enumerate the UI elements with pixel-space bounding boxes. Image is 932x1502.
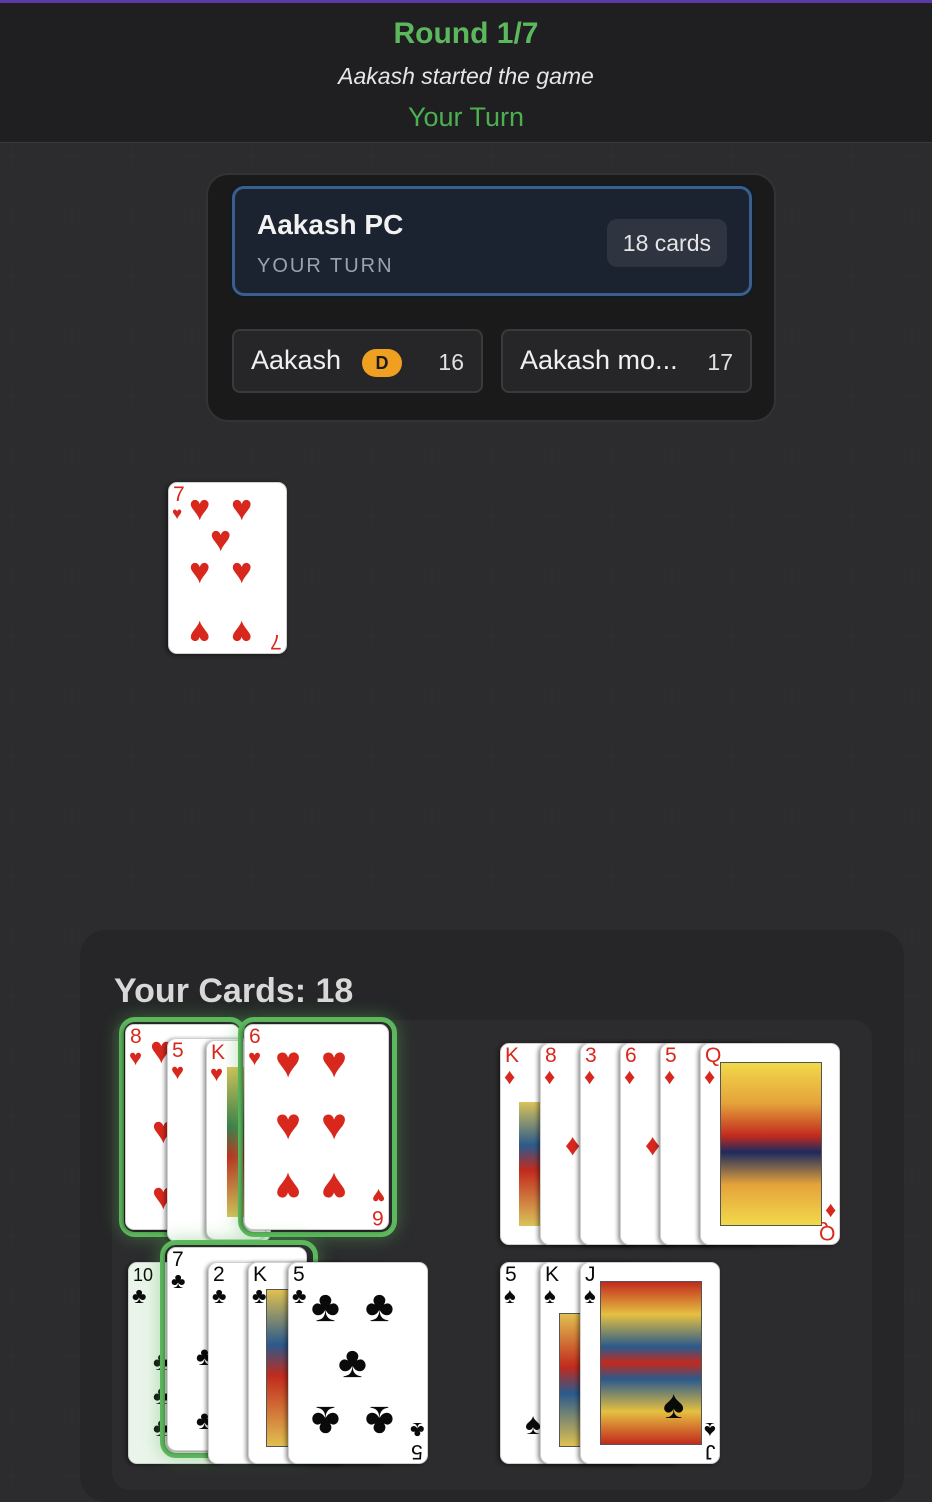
spade-suit-icon: ♠ <box>504 1283 516 1308</box>
heart-icon: ♥ <box>189 550 211 591</box>
card-rank-bottom: 6 <box>372 1206 384 1229</box>
card-count-badge: 18 cards <box>606 219 727 267</box>
active-player-status: YOUR TURN <box>257 255 394 277</box>
opponent-aakash[interactable]: Aakash D 16 <box>232 329 483 393</box>
club-icon: ♣ <box>365 1397 394 1446</box>
queen-face-art <box>720 1062 822 1226</box>
game-started-message: Aakash started the game <box>338 63 594 89</box>
diamond-suit-icon: ♦ <box>584 1064 596 1089</box>
club-suit-icon: ♣ <box>252 1283 267 1308</box>
card-rank-bottom: 7 <box>270 630 282 653</box>
heart-icon: ♥ <box>321 1100 348 1149</box>
card-rank-bottom: Q <box>818 1221 835 1244</box>
active-player-name: Aakash PC <box>257 209 404 240</box>
club-suit-icon: ♣ <box>171 1268 186 1293</box>
card-j-spades[interactable]: J ♠ ♠ J ♠ <box>580 1262 720 1464</box>
club-suit-icon: ♣ <box>132 1283 147 1308</box>
dealer-badge: D <box>362 349 402 377</box>
opponent-card-count: 16 <box>438 349 464 375</box>
turn-indicator: Your Turn <box>407 102 525 132</box>
heart-suit-icon: ♥ <box>172 504 183 523</box>
club-icon: ♣ <box>365 1282 394 1331</box>
club-suit-icon: ♣ <box>409 1418 424 1443</box>
spade-icon: ♠ <box>663 1383 685 1427</box>
diamond-suit-icon: ♦ <box>664 1064 676 1089</box>
spade-suit-icon: ♠ <box>704 1418 716 1443</box>
heart-icon: ♥ <box>321 1163 348 1212</box>
diamond-suit-icon: ♦ <box>824 1199 836 1224</box>
opponent-aakash-mo[interactable]: Aakash mo... 17 <box>501 329 752 393</box>
club-icon: ♣ <box>311 1397 340 1446</box>
card-6-hearts[interactable]: 6 ♥ ♥ ♥ ♥ ♥ ♥ ♥ 6 ♥ <box>244 1024 389 1230</box>
heart-icon: ♥ <box>231 550 253 591</box>
heart-suit-icon: ♥ <box>129 1045 143 1070</box>
heart-suit-icon: ♥ <box>171 1059 185 1084</box>
club-suit-icon: ♣ <box>292 1283 307 1308</box>
diamond-suit-icon: ♦ <box>624 1064 636 1089</box>
diamond-suit-icon: ♦ <box>544 1064 556 1089</box>
card-5-clubs[interactable]: 5 ♣ ♣ ♣ ♣ ♣ ♣ 5 ♣ <box>288 1262 428 1464</box>
active-player-card: Aakash PC YOUR TURN 18 cards <box>232 186 752 296</box>
heart-icon: ♥ <box>210 518 232 559</box>
heart-icon: ♥ <box>189 613 211 654</box>
heart-icon: ♥ <box>275 1038 302 1087</box>
card-rank-bottom: J <box>704 1440 716 1463</box>
opponent-name: Aakash <box>251 345 342 375</box>
heart-suit-icon: ♥ <box>371 1184 385 1209</box>
round-indicator: Round 1/7 <box>393 17 539 50</box>
card-rank-bottom: 5 <box>411 1440 423 1463</box>
club-icon: ♣ <box>338 1338 367 1387</box>
opponent-card-count: 17 <box>707 349 733 375</box>
jack-face-art <box>600 1281 702 1445</box>
diamond-suit-icon: ♦ <box>504 1064 516 1089</box>
face-card-art <box>519 1102 541 1226</box>
discard-pile-card[interactable]: 7 ♥ ♥ ♥ ♥ ♥ ♥ ♥ ♥ 7 <box>168 482 287 654</box>
club-suit-icon: ♣ <box>212 1283 227 1308</box>
diamond-icon: ♦ <box>565 1129 581 1162</box>
diamond-suit-icon: ♦ <box>704 1064 716 1089</box>
card-q-diamonds[interactable]: Q ♦ Q ♦ <box>700 1043 840 1245</box>
heart-suit-icon: ♥ <box>248 1045 262 1070</box>
heart-icon: ♥ <box>231 613 253 654</box>
spade-suit-icon: ♠ <box>584 1283 596 1308</box>
heart-icon: ♥ <box>321 1038 348 1087</box>
heart-icon: ♥ <box>275 1163 302 1212</box>
spade-suit-icon: ♠ <box>544 1283 556 1308</box>
heart-icon: ♥ <box>231 487 253 528</box>
heart-suit-icon: ♥ <box>210 1061 224 1086</box>
opponent-name: Aakash mo... <box>520 345 678 375</box>
hand-title: Your Cards: 18 <box>114 972 354 1010</box>
diamond-icon: ♦ <box>645 1129 661 1162</box>
club-icon: ♣ <box>311 1282 340 1331</box>
game-header: Round 1/7 Aakash started the game Your T… <box>0 3 932 143</box>
spade-icon: ♠ <box>525 1408 541 1441</box>
heart-icon: ♥ <box>189 487 211 528</box>
heart-icon: ♥ <box>275 1100 302 1149</box>
